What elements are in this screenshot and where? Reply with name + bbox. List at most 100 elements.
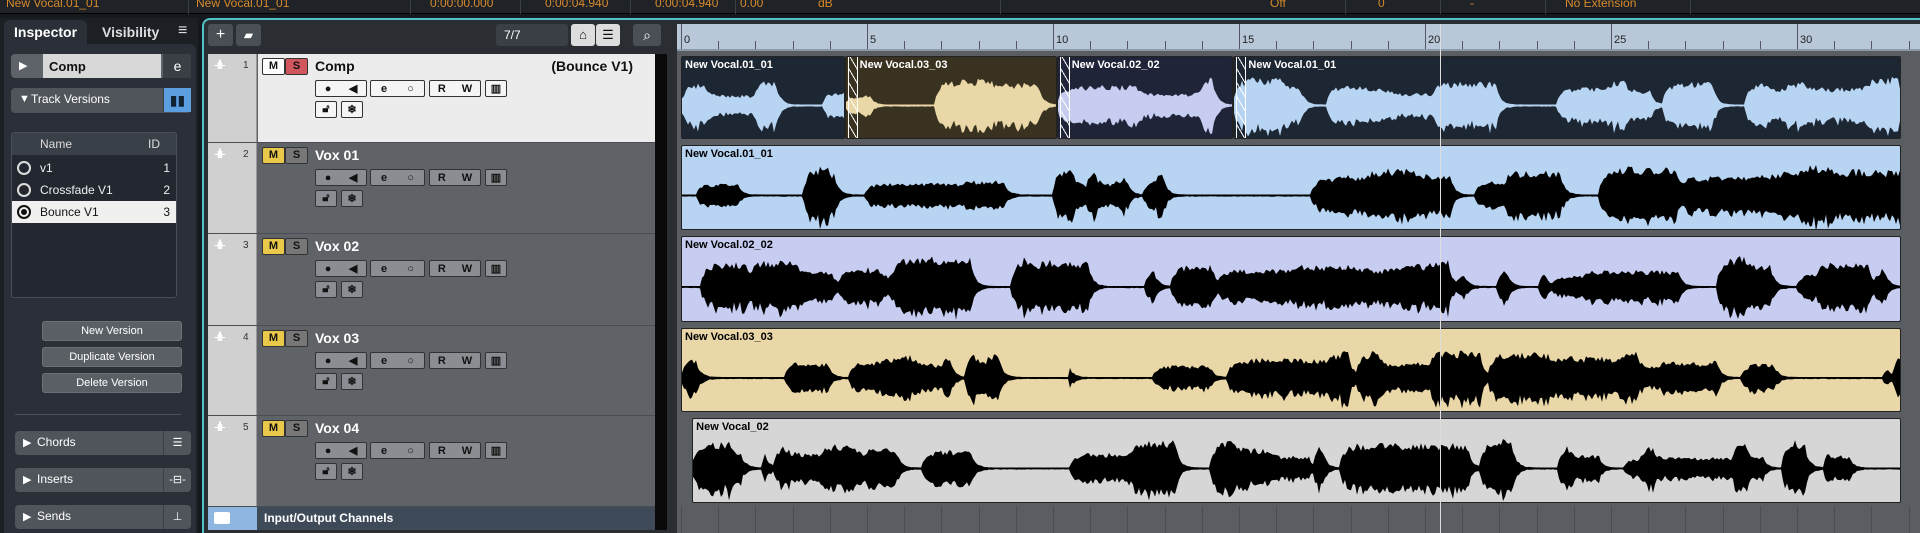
section-inserts[interactable]: ▶ Inserts -⊟- — [15, 468, 191, 492]
track-header[interactable]: -ıllı- 4 M S Vox 03 ● ◀ e ○ R W ▥ 🔓︎ ❄ — [208, 326, 655, 416]
mute-button[interactable]: M — [262, 238, 285, 255]
freeze-icon[interactable]: ❄ — [341, 463, 363, 480]
freeze-icon[interactable]: ❄ — [341, 281, 363, 298]
solo-button[interactable]: S — [285, 147, 308, 164]
mute-button[interactable]: M — [262, 58, 285, 75]
record-enable-icon[interactable]: ● — [325, 172, 332, 184]
section-chords[interactable]: ▶ Chords ☰ — [15, 431, 191, 455]
audio-event[interactable]: New Vocal.01_01 — [681, 145, 1902, 230]
tab-visibility[interactable]: Visibility — [92, 20, 169, 44]
mute-button[interactable]: M — [262, 147, 285, 164]
record-enable-icon[interactable]: ● — [325, 263, 332, 275]
solo-button[interactable]: S — [285, 238, 308, 255]
audio-event[interactable]: New Vocal.03_03 — [844, 56, 1057, 139]
read-automation-button[interactable]: R — [438, 445, 446, 457]
lock-icon[interactable]: 🔓︎ — [315, 281, 337, 298]
input-icon[interactable]: ○ — [407, 355, 414, 367]
lanes-icon[interactable]: ▥ — [485, 169, 507, 186]
new-version-button[interactable]: New Version — [42, 321, 182, 341]
expand-icon[interactable]: ▶ — [19, 59, 27, 72]
ruler[interactable]: 0 5 10 15 20 25 30 — [677, 24, 1920, 51]
solo-button[interactable]: S — [285, 420, 308, 437]
input-icon[interactable]: ○ — [407, 445, 414, 457]
track-lane[interactable]: New Vocal.02_02 — [677, 234, 1920, 326]
audio-event[interactable]: New Vocal.01_01 — [1233, 56, 1902, 139]
track-header[interactable]: -ıllı- 2 M S Vox 01 ● ◀ e ○ R W ▥ 🔓︎ ❄ — [208, 143, 655, 234]
lock-icon[interactable]: 🔓︎ — [315, 373, 337, 390]
tab-inspector[interactable]: Inspector — [4, 20, 88, 44]
crossfade-marker[interactable] — [1236, 57, 1247, 138]
read-automation-button[interactable]: R — [438, 263, 446, 275]
mute-button[interactable]: M — [262, 420, 285, 437]
write-automation-button[interactable]: W — [462, 83, 472, 95]
expand-icon[interactable]: ▶ — [23, 510, 31, 523]
duplicate-version-button[interactable]: Duplicate Version — [42, 347, 182, 367]
sliders-icon[interactable]: ☰ — [163, 431, 191, 455]
track-versions-icon[interactable]: ▮▮ — [163, 88, 191, 112]
version-row[interactable]: v1 1 — [12, 157, 176, 179]
radio-button[interactable] — [17, 183, 31, 197]
track-versions-section[interactable]: ▼ Track Versions ▮▮ — [11, 88, 191, 113]
edit-channel-icon[interactable]: e — [381, 445, 387, 457]
track-lane[interactable]: New Vocal.01_01 New Vocal.03_03 New Vocal.… — [677, 54, 1920, 143]
track-lane[interactable]: New Vocal_02 — [677, 416, 1920, 507]
track-name[interactable]: Vox 04 — [315, 420, 359, 436]
lanes-icon[interactable]: ▥ — [485, 442, 507, 459]
crossfade-marker[interactable] — [1059, 57, 1070, 138]
record-enable-icon[interactable]: ● — [325, 445, 332, 457]
mute-button[interactable]: M — [262, 330, 285, 347]
expand-icon[interactable]: ▶ — [23, 436, 31, 449]
monitor-icon[interactable]: ◀ — [349, 444, 357, 457]
freeze-icon[interactable]: ❄ — [341, 190, 363, 207]
list-icon[interactable]: ☰ — [596, 24, 620, 46]
write-automation-button[interactable]: W — [462, 263, 472, 275]
monitor-icon[interactable]: ◀ — [349, 262, 357, 275]
solo-button[interactable]: S — [285, 58, 308, 75]
arrange-window[interactable]: 0 5 10 15 20 25 30 New Vocal.01_01 New Vocal.03… — [677, 24, 1920, 533]
audio-event[interactable]: New Vocal_02 — [692, 418, 1902, 503]
version-row[interactable]: Bounce V1 3 — [12, 201, 176, 223]
track-header[interactable]: -ıllı- 5 M S Vox 04 ● ◀ e ○ R W ▥ 🔓︎ ❄ — [208, 416, 655, 507]
delete-version-button[interactable]: Delete Version — [42, 373, 182, 393]
edit-channel-icon[interactable]: e — [381, 83, 387, 95]
playback-cursor[interactable] — [1439, 24, 1441, 533]
track-name[interactable]: Comp — [315, 58, 355, 74]
audio-event[interactable]: New Vocal.01_01 — [681, 56, 845, 139]
add-track-button[interactable]: + — [208, 24, 233, 46]
track-count-field[interactable]: 7/7 — [496, 24, 568, 46]
audio-event[interactable]: New Vocal.02_02 — [681, 236, 1902, 322]
record-enable-icon[interactable]: ● — [325, 83, 332, 95]
input-icon[interactable]: ○ — [407, 263, 414, 275]
freeze-icon[interactable]: ❄ — [341, 101, 363, 118]
track-header[interactable]: -ıllı- 3 M S Vox 02 ● ◀ e ○ R W ▥ 🔓︎ ❄ — [208, 234, 655, 326]
edit-channel-icon[interactable]: e — [381, 263, 387, 275]
send-icon[interactable]: ⊥ — [163, 505, 191, 529]
radio-button[interactable] — [17, 205, 31, 219]
lanes-icon[interactable]: ▥ — [485, 352, 507, 369]
write-automation-button[interactable]: W — [462, 355, 472, 367]
crossfade-marker[interactable] — [847, 57, 858, 138]
version-row[interactable]: Crossfade V1 2 — [12, 179, 176, 201]
edit-channel-icon[interactable]: e — [381, 172, 387, 184]
edit-channel-icon[interactable]: e — [163, 54, 191, 78]
menu-icon[interactable]: ≡ — [178, 22, 187, 40]
track-name[interactable]: Comp — [43, 54, 161, 78]
lanes-icon[interactable]: ▥ — [485, 260, 507, 277]
read-automation-button[interactable]: R — [438, 83, 446, 95]
radio-button[interactable] — [17, 161, 31, 175]
freeze-icon[interactable]: ❄ — [341, 373, 363, 390]
monitor-icon[interactable]: ◀ — [349, 171, 357, 184]
track-visibility-icon[interactable]: ⌂ — [571, 24, 595, 46]
input-icon[interactable]: ○ — [407, 172, 414, 184]
read-automation-button[interactable]: R — [438, 172, 446, 184]
solo-button[interactable]: S — [285, 330, 308, 347]
lock-icon[interactable]: 🔓︎ — [315, 190, 337, 207]
track-name[interactable]: Vox 02 — [315, 238, 359, 254]
track-name[interactable]: Vox 03 — [315, 330, 359, 346]
audio-event[interactable]: New Vocal.03_03 — [681, 328, 1902, 412]
track-header[interactable]: -ıllı- 1 M S Comp (Bounce V1) ● ◀ e ○ R W ▥ 🔓︎ ❄ — [208, 54, 655, 143]
section-sends[interactable]: ▶ Sends ⊥ — [15, 505, 191, 529]
audio-event[interactable]: New Vocal.02_02 — [1056, 56, 1234, 139]
column-header-id[interactable]: ID — [148, 137, 160, 151]
io-folder-track[interactable]: Input/Output Channels — [208, 507, 655, 530]
